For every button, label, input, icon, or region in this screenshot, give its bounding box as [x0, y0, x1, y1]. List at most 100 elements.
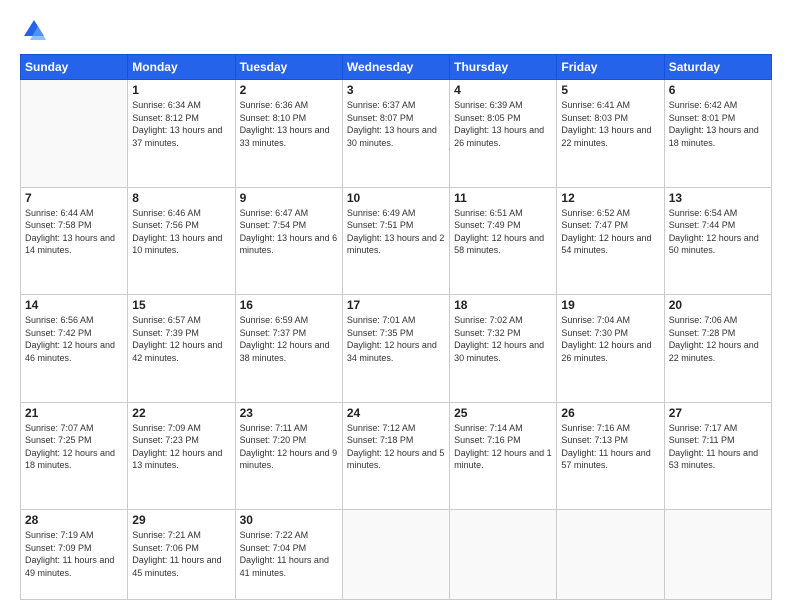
- day-number: 10: [347, 191, 445, 205]
- day-info: Sunrise: 7:09 AMSunset: 7:23 PMDaylight:…: [132, 422, 230, 472]
- calendar-cell: 15 Sunrise: 6:57 AMSunset: 7:39 PMDayligh…: [128, 295, 235, 403]
- day-number: 12: [561, 191, 659, 205]
- calendar-cell: 29Sunrise: 7:21 AMSunset: 7:06 PMDayligh…: [128, 510, 235, 600]
- day-number: 25: [454, 406, 552, 420]
- day-number: 8: [132, 191, 230, 205]
- calendar-cell: 14 Sunrise: 6:56 AMSunset: 7:42 PMDayligh…: [21, 295, 128, 403]
- day-number: 1: [132, 83, 230, 97]
- day-number: 13: [669, 191, 767, 205]
- day-number: 30: [240, 513, 338, 527]
- calendar-cell: 6 Sunrise: 6:42 AMSunset: 8:01 PMDaylight…: [664, 80, 771, 188]
- calendar-cell: 16 Sunrise: 6:59 AMSunset: 7:37 PMDayligh…: [235, 295, 342, 403]
- calendar-week-row: 14 Sunrise: 6:56 AMSunset: 7:42 PMDayligh…: [21, 295, 772, 403]
- calendar-cell: 26 Sunrise: 7:16 AMSunset: 7:13 PMDayligh…: [557, 402, 664, 510]
- calendar-cell: 2 Sunrise: 6:36 AMSunset: 8:10 PMDaylight…: [235, 80, 342, 188]
- calendar-cell: 5Sunrise: 6:41 AMSunset: 8:03 PMDaylight…: [557, 80, 664, 188]
- day-number: 15: [132, 298, 230, 312]
- calendar-cell: [342, 510, 449, 600]
- day-number: 11: [454, 191, 552, 205]
- calendar-cell: 3Sunrise: 6:37 AMSunset: 8:07 PMDaylight…: [342, 80, 449, 188]
- calendar-cell: 28 Sunrise: 7:19 AMSunset: 7:09 PMDayligh…: [21, 510, 128, 600]
- calendar-table: SundayMondayTuesdayWednesdayThursdayFrid…: [20, 54, 772, 600]
- day-info: Sunrise: 7:07 AMSunset: 7:25 PMDaylight:…: [25, 422, 123, 472]
- day-info: Sunrise: 7:19 AMSunset: 7:09 PMDaylight:…: [25, 529, 123, 579]
- calendar-cell: 27 Sunrise: 7:17 AMSunset: 7:11 PMDayligh…: [664, 402, 771, 510]
- calendar-cell: 19 Sunrise: 7:04 AMSunset: 7:30 PMDayligh…: [557, 295, 664, 403]
- calendar-week-row: 28 Sunrise: 7:19 AMSunset: 7:09 PMDayligh…: [21, 510, 772, 600]
- calendar-cell: 22 Sunrise: 7:09 AMSunset: 7:23 PMDayligh…: [128, 402, 235, 510]
- day-info: Sunrise: 7:11 AMSunset: 7:20 PMDaylight:…: [240, 422, 338, 472]
- calendar-week-row: 1 Sunrise: 6:34 AMSunset: 8:12 PMDaylight…: [21, 80, 772, 188]
- day-number: 9: [240, 191, 338, 205]
- weekday-header-tuesday: Tuesday: [235, 55, 342, 80]
- weekday-header-monday: Monday: [128, 55, 235, 80]
- day-info: Sunrise: 6:57 AMSunset: 7:39 PMDaylight:…: [132, 314, 230, 364]
- day-info: Sunrise: 7:21 AMSunset: 7:06 PMDaylight:…: [132, 529, 230, 579]
- weekday-header-row: SundayMondayTuesdayWednesdayThursdayFrid…: [21, 55, 772, 80]
- day-info: Sunrise: 6:56 AMSunset: 7:42 PMDaylight:…: [25, 314, 123, 364]
- day-number: 18: [454, 298, 552, 312]
- calendar-cell: [557, 510, 664, 600]
- calendar-cell: 23 Sunrise: 7:11 AMSunset: 7:20 PMDayligh…: [235, 402, 342, 510]
- calendar-cell: 20 Sunrise: 7:06 AMSunset: 7:28 PMDayligh…: [664, 295, 771, 403]
- day-info: Sunrise: 6:36 AMSunset: 8:10 PMDaylight:…: [240, 99, 338, 149]
- day-info: Sunrise: 7:17 AMSunset: 7:11 PMDaylight:…: [669, 422, 767, 472]
- weekday-header-friday: Friday: [557, 55, 664, 80]
- day-info: Sunrise: 6:59 AMSunset: 7:37 PMDaylight:…: [240, 314, 338, 364]
- day-number: 21: [25, 406, 123, 420]
- logo-icon: [20, 16, 48, 44]
- day-info: Sunrise: 6:37 AMSunset: 8:07 PMDaylight:…: [347, 99, 445, 149]
- calendar-cell: 8 Sunrise: 6:46 AMSunset: 7:56 PMDaylight…: [128, 187, 235, 295]
- weekday-header-saturday: Saturday: [664, 55, 771, 80]
- calendar-cell: [450, 510, 557, 600]
- calendar-cell: 18 Sunrise: 7:02 AMSunset: 7:32 PMDayligh…: [450, 295, 557, 403]
- calendar-cell: 24Sunrise: 7:12 AMSunset: 7:18 PMDayligh…: [342, 402, 449, 510]
- calendar-cell: 7Sunrise: 6:44 AMSunset: 7:58 PMDaylight…: [21, 187, 128, 295]
- day-number: 20: [669, 298, 767, 312]
- day-info: Sunrise: 7:01 AMSunset: 7:35 PMDaylight:…: [347, 314, 445, 364]
- calendar-cell: 17 Sunrise: 7:01 AMSunset: 7:35 PMDayligh…: [342, 295, 449, 403]
- day-info: Sunrise: 6:54 AMSunset: 7:44 PMDaylight:…: [669, 207, 767, 257]
- calendar-cell: 21 Sunrise: 7:07 AMSunset: 7:25 PMDayligh…: [21, 402, 128, 510]
- calendar-cell: 10 Sunrise: 6:49 AMSunset: 7:51 PMDayligh…: [342, 187, 449, 295]
- day-number: 27: [669, 406, 767, 420]
- day-number: 16: [240, 298, 338, 312]
- day-info: Sunrise: 7:06 AMSunset: 7:28 PMDaylight:…: [669, 314, 767, 364]
- day-info: Sunrise: 7:14 AMSunset: 7:16 PMDaylight:…: [454, 422, 552, 472]
- calendar-cell: 9 Sunrise: 6:47 AMSunset: 7:54 PMDaylight…: [235, 187, 342, 295]
- day-info: Sunrise: 6:47 AMSunset: 7:54 PMDaylight:…: [240, 207, 338, 257]
- day-info: Sunrise: 6:46 AMSunset: 7:56 PMDaylight:…: [132, 207, 230, 257]
- header: [20, 16, 772, 44]
- day-number: 6: [669, 83, 767, 97]
- day-info: Sunrise: 7:22 AMSunset: 7:04 PMDaylight:…: [240, 529, 338, 579]
- day-info: Sunrise: 6:51 AMSunset: 7:49 PMDaylight:…: [454, 207, 552, 257]
- day-number: 22: [132, 406, 230, 420]
- day-info: Sunrise: 6:34 AMSunset: 8:12 PMDaylight:…: [132, 99, 230, 149]
- day-number: 19: [561, 298, 659, 312]
- calendar-cell: 4 Sunrise: 6:39 AMSunset: 8:05 PMDaylight…: [450, 80, 557, 188]
- calendar-cell: 11 Sunrise: 6:51 AMSunset: 7:49 PMDayligh…: [450, 187, 557, 295]
- weekday-header-thursday: Thursday: [450, 55, 557, 80]
- day-info: Sunrise: 7:16 AMSunset: 7:13 PMDaylight:…: [561, 422, 659, 472]
- day-info: Sunrise: 6:52 AMSunset: 7:47 PMDaylight:…: [561, 207, 659, 257]
- calendar-cell: 1 Sunrise: 6:34 AMSunset: 8:12 PMDaylight…: [128, 80, 235, 188]
- day-info: Sunrise: 6:39 AMSunset: 8:05 PMDaylight:…: [454, 99, 552, 149]
- calendar-week-row: 21 Sunrise: 7:07 AMSunset: 7:25 PMDayligh…: [21, 402, 772, 510]
- day-info: Sunrise: 6:44 AMSunset: 7:58 PMDaylight:…: [25, 207, 123, 257]
- day-info: Sunrise: 6:49 AMSunset: 7:51 PMDaylight:…: [347, 207, 445, 257]
- day-info: Sunrise: 6:41 AMSunset: 8:03 PMDaylight:…: [561, 99, 659, 149]
- day-number: 24: [347, 406, 445, 420]
- day-number: 4: [454, 83, 552, 97]
- calendar-cell: 12 Sunrise: 6:52 AMSunset: 7:47 PMDayligh…: [557, 187, 664, 295]
- day-number: 2: [240, 83, 338, 97]
- day-info: Sunrise: 7:04 AMSunset: 7:30 PMDaylight:…: [561, 314, 659, 364]
- day-number: 17: [347, 298, 445, 312]
- day-number: 26: [561, 406, 659, 420]
- day-number: 23: [240, 406, 338, 420]
- calendar-cell: [21, 80, 128, 188]
- page: SundayMondayTuesdayWednesdayThursdayFrid…: [0, 0, 792, 612]
- day-info: Sunrise: 7:02 AMSunset: 7:32 PMDaylight:…: [454, 314, 552, 364]
- day-number: 14: [25, 298, 123, 312]
- day-info: Sunrise: 6:42 AMSunset: 8:01 PMDaylight:…: [669, 99, 767, 149]
- day-number: 28: [25, 513, 123, 527]
